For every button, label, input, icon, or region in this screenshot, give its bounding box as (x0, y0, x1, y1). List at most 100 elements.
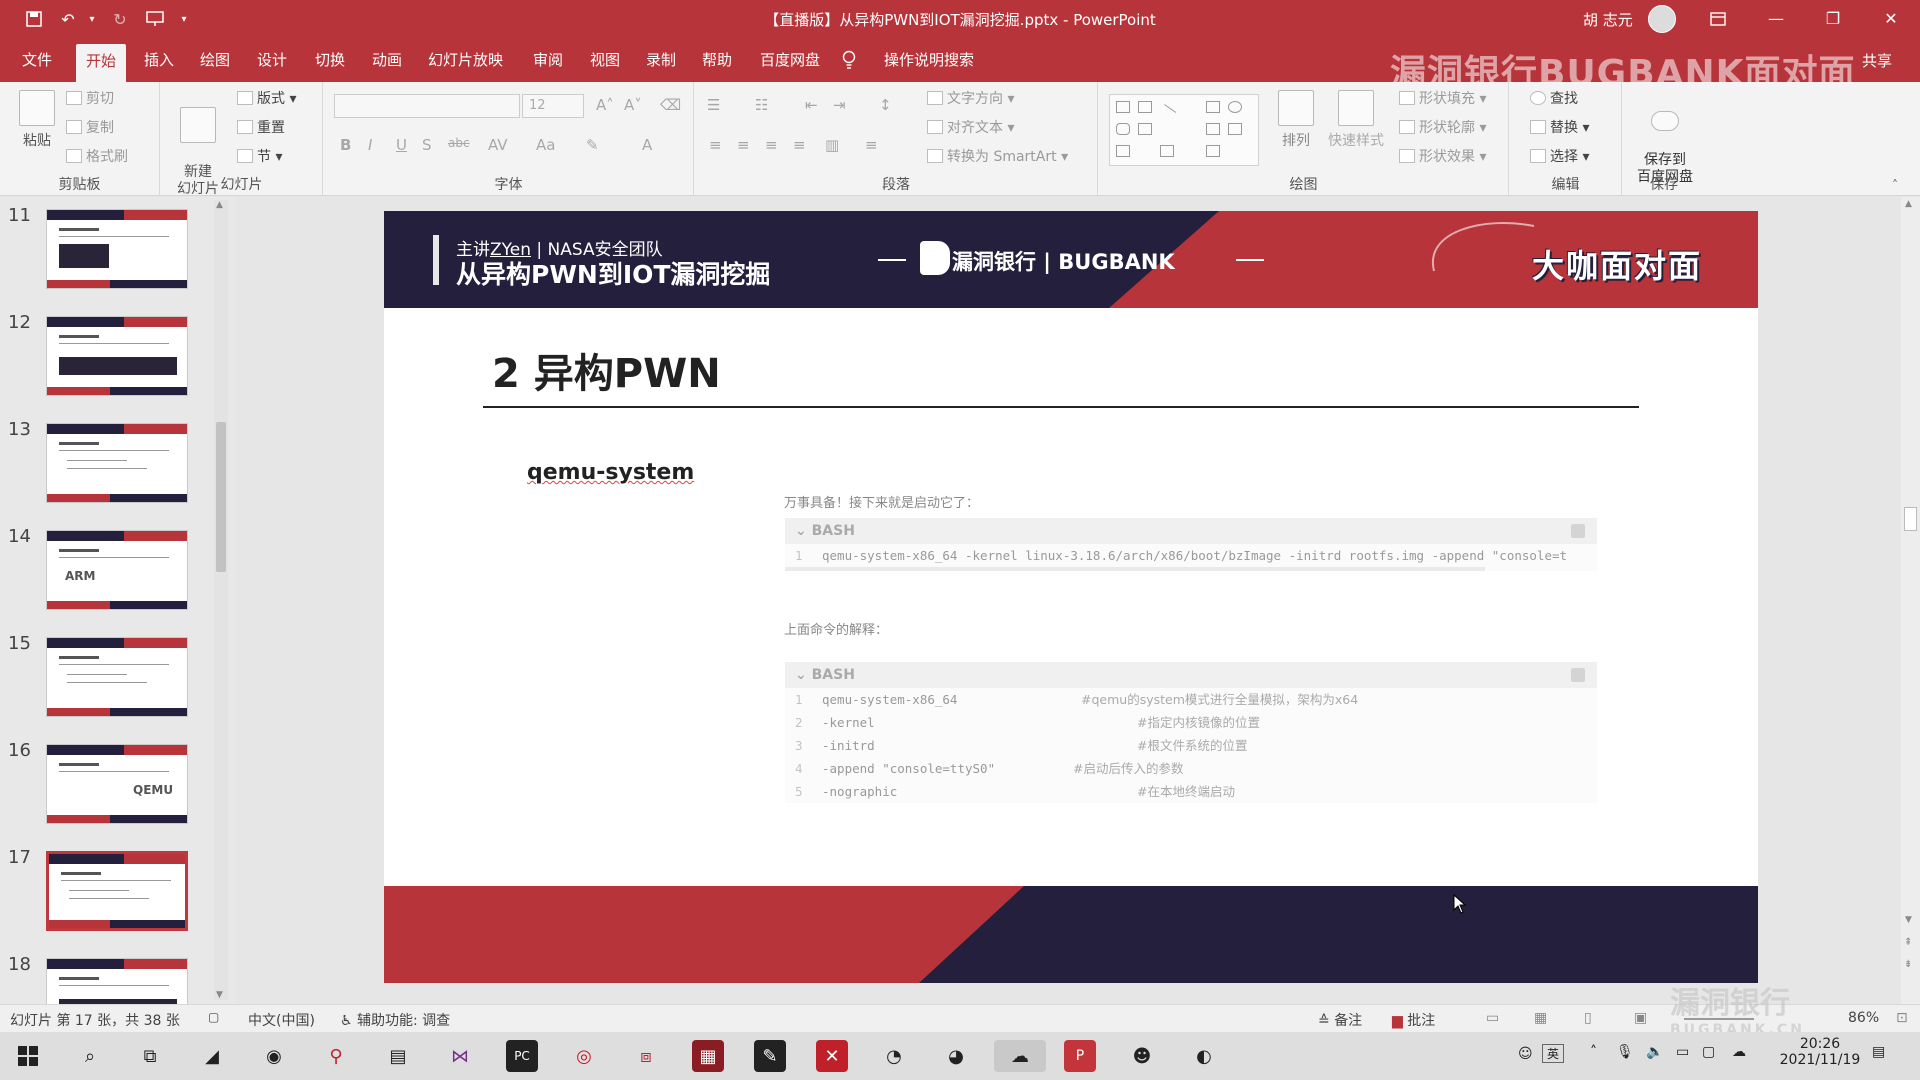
shape-effects-button[interactable]: 形状效果 ▾ (1399, 146, 1486, 168)
app-wechat-icon[interactable]: ☁ (994, 1040, 1046, 1072)
scroll-down-icon[interactable]: ▼ (1905, 915, 1912, 925)
task-view-icon[interactable]: ⧉ (134, 1040, 166, 1072)
tab-draw[interactable]: 绘图 (190, 38, 240, 82)
justify-icon[interactable]: ≡ (793, 136, 806, 154)
tray-battery-icon[interactable]: ▭ (1676, 1044, 1689, 1060)
replace-button[interactable]: 替换 ▾ (1530, 117, 1589, 139)
slide-thumbnail[interactable] (46, 316, 188, 396)
app-pycharm-icon[interactable]: PC (506, 1040, 538, 1072)
arrange-button[interactable]: 排列 (1267, 90, 1325, 150)
prev-slide-icon[interactable]: ⇞ (1904, 937, 1912, 948)
paragraph-options-icon[interactable]: ≡ (865, 136, 878, 154)
copy-code-icon[interactable] (1571, 668, 1585, 682)
notification-center-icon[interactable]: ▤ (1872, 1044, 1885, 1060)
accessibility-status[interactable]: ♿ 辅助功能: 调查 (340, 1010, 450, 1030)
rounded-rect-shape-icon[interactable] (1116, 123, 1130, 135)
thumbnail-scrollbar[interactable]: ▲ ▼ (214, 200, 228, 1000)
app-chrome-icon[interactable]: ◔ (878, 1040, 910, 1072)
tab-review[interactable]: 审阅 (523, 38, 573, 82)
oval-shape-icon[interactable] (1228, 101, 1242, 113)
section-title[interactable]: 2 异构PWN (492, 341, 721, 399)
copy-code-icon[interactable] (1571, 524, 1585, 538)
scroll-up-icon[interactable]: ▲ (216, 200, 223, 210)
align-center-icon[interactable]: ≡ (737, 136, 750, 154)
tab-record[interactable]: 录制 (636, 38, 686, 82)
app-powerpoint-icon[interactable]: P (1064, 1040, 1096, 1072)
notes-button[interactable]: ≙ 备注 (1318, 1010, 1362, 1030)
align-text-button[interactable]: 对齐文本 ▾ (927, 117, 1014, 139)
tab-slideshow[interactable]: 幻灯片放映 (418, 38, 513, 82)
normal-view-icon[interactable]: ▭ (1486, 1010, 1499, 1026)
star-shape-icon[interactable] (1116, 145, 1130, 157)
layout-button[interactable]: 版式 ▾ (237, 88, 296, 110)
numbering-icon[interactable]: ☷ (755, 96, 768, 114)
tray-expand-icon[interactable]: ˄ (1590, 1044, 1597, 1060)
windows-start-icon[interactable] (12, 1040, 44, 1072)
zoom-level[interactable]: 86% (1848, 1010, 1879, 1026)
tray-ime-indicator[interactable]: 英 (1542, 1044, 1565, 1063)
save-to-baidu-button[interactable]: 保存到 百度网盘 (1633, 94, 1697, 186)
app-virtualbox-icon[interactable]: ⧈ (630, 1040, 662, 1072)
tab-view[interactable]: 视图 (580, 38, 630, 82)
slide-thumbnail[interactable] (46, 209, 188, 289)
arrow-down-shape-icon[interactable] (1228, 123, 1242, 135)
close-button[interactable]: ✕ (1876, 6, 1906, 32)
collapse-arrow-icon[interactable]: ⌄ (795, 523, 812, 539)
grow-font-icon[interactable]: A˄ (596, 96, 614, 114)
char-spacing-icon[interactable]: AV (488, 136, 508, 154)
shape-outline-button[interactable]: 形状轮廓 ▾ (1399, 117, 1486, 139)
collapse-arrow-icon[interactable]: ⌄ (795, 667, 812, 683)
slide-thumbnail[interactable] (46, 851, 188, 931)
app-xmind-icon[interactable]: ✕ (816, 1040, 848, 1072)
tab-animations[interactable]: 动画 (362, 38, 412, 82)
tray-volume-icon[interactable]: 🔈 (1646, 1044, 1663, 1060)
font-size-field[interactable]: 12 (522, 94, 584, 118)
shadow-icon[interactable]: S (422, 136, 432, 154)
find-button[interactable]: 查找 (1530, 88, 1578, 110)
tab-insert[interactable]: 插入 (134, 38, 184, 82)
textbox-vertical-shape-icon[interactable] (1138, 101, 1152, 113)
tab-design[interactable]: 设计 (247, 38, 297, 82)
language-indicator[interactable]: 中文(中国) (248, 1010, 315, 1030)
spellcheck-icon[interactable]: ▢ (208, 1010, 219, 1024)
tab-baidu[interactable]: 百度网盘 (750, 38, 830, 82)
app-red-book-icon[interactable]: ▦ (692, 1040, 724, 1072)
copy-button[interactable]: 复制 (66, 117, 114, 139)
tab-help[interactable]: 帮助 (692, 38, 742, 82)
slide-thumbnail[interactable] (46, 637, 188, 717)
font-name-field[interactable] (334, 94, 520, 118)
app-steam-icon[interactable]: ◉ (258, 1040, 290, 1072)
decrease-indent-icon[interactable]: ⇤ (805, 96, 818, 114)
font-color-icon[interactable]: A (642, 136, 652, 154)
restore-button[interactable]: ❐ (1818, 6, 1848, 32)
rect-shape-icon[interactable] (1206, 101, 1220, 113)
quick-styles-button[interactable]: 快速样式 (1327, 90, 1385, 150)
user-name[interactable]: 胡 志元 (1583, 9, 1633, 30)
scroll-thumb[interactable] (216, 422, 226, 572)
reset-button[interactable]: 重置 (237, 117, 285, 139)
scroll-thumb[interactable] (1904, 507, 1917, 531)
shrink-font-icon[interactable]: A˅ (624, 96, 642, 114)
code-hscroll[interactable] (785, 567, 1485, 571)
minimize-button[interactable]: — (1761, 6, 1791, 32)
bold-icon[interactable]: B (340, 136, 351, 154)
tray-network-icon[interactable]: ▢ (1702, 1044, 1715, 1060)
format-painter-button[interactable]: 格式刷 (66, 146, 128, 168)
share-button[interactable]: 共享 (1862, 50, 1892, 71)
current-slide[interactable]: 主讲ZYen | NASA安全团队 从异构PWN到IOT漏洞挖掘 大咖面对面 2… (384, 211, 1758, 983)
shape-fill-button[interactable]: 形状填充 ▾ (1399, 88, 1486, 110)
shapes-gallery[interactable] (1109, 94, 1259, 166)
app-obs-icon[interactable]: ◐ (1188, 1040, 1220, 1072)
app-visualstudio-icon[interactable]: ⋈ (444, 1040, 476, 1072)
app-anime-icon[interactable]: ☻ (1126, 1040, 1158, 1072)
tab-transitions[interactable]: 切换 (305, 38, 355, 82)
scroll-up-icon[interactable]: ▲ (1905, 199, 1912, 209)
app-kali-icon[interactable]: ◢ (196, 1040, 228, 1072)
underline-icon[interactable]: U (396, 136, 407, 154)
slide-thumbnail[interactable]: QEMU (46, 744, 188, 824)
lightbulb-icon[interactable] (842, 38, 856, 82)
app-files-icon[interactable]: ▤ (382, 1040, 414, 1072)
tab-home[interactable]: 开始 (76, 44, 127, 82)
app-notes-icon[interactable]: ✎ (754, 1040, 786, 1072)
increase-indent-icon[interactable]: ⇥ (833, 96, 846, 114)
